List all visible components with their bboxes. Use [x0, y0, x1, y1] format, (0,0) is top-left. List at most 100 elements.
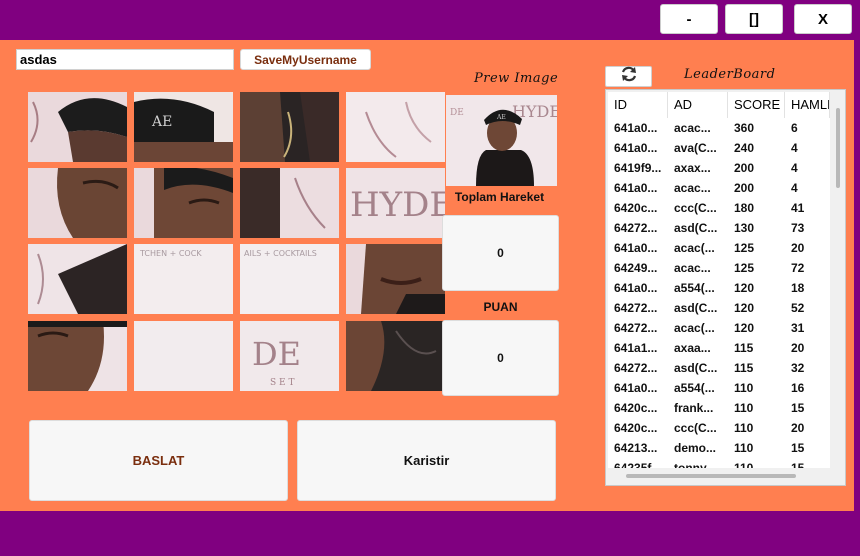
table-cell: 15 — [791, 441, 805, 455]
vertical-scrollbar[interactable] — [832, 92, 844, 468]
table-cell: 72 — [791, 261, 805, 275]
close-button[interactable]: X — [794, 4, 852, 34]
username-input[interactable] — [16, 49, 234, 70]
table-row[interactable]: 64213... demo... 110 15 — [608, 438, 830, 458]
svg-text:AE: AE — [151, 114, 172, 130]
puzzle-tile[interactable]: AILS + COCKTAILS — [240, 244, 339, 314]
table-cell: 20 — [791, 421, 805, 435]
scroll-thumb[interactable] — [836, 108, 840, 188]
table-cell: 64272... — [614, 301, 658, 315]
table-cell: 115 — [734, 361, 754, 375]
puzzle-tile[interactable]: AE — [134, 92, 233, 162]
table-row[interactable]: 64272... acac(... 120 31 — [608, 318, 830, 338]
app-window: - [] X SaveMyUsername Prew Image LeaderB… — [0, 0, 860, 556]
horizontal-scrollbar[interactable] — [608, 469, 832, 483]
puzzle-tile[interactable]: DE S E T — [240, 321, 339, 391]
puzzle-tile[interactable] — [134, 321, 233, 391]
puzzle-tile[interactable] — [28, 321, 127, 391]
puzzle-tile[interactable] — [28, 92, 127, 162]
table-cell: 641a0... — [614, 141, 658, 155]
table-row[interactable]: 64272... asd(C... 120 52 — [608, 298, 830, 318]
minimize-button[interactable]: - — [660, 4, 718, 34]
table-row[interactable]: 641a1... axaa... 115 20 — [608, 338, 830, 358]
table-cell: axaa... — [674, 341, 711, 355]
table-cell: 32 — [791, 361, 805, 375]
table-cell: acac... — [674, 261, 711, 275]
table-cell: 64213... — [614, 441, 658, 455]
table-row[interactable]: 64249... acac... 125 72 — [608, 258, 830, 278]
table-cell: 110 — [734, 461, 754, 468]
table-row[interactable]: 641a0... acac... 200 4 — [608, 178, 830, 198]
svg-text:AILS + COCKTAILS: AILS + COCKTAILS — [244, 249, 317, 258]
main-panel: SaveMyUsername Prew Image LeaderBoard AE — [0, 40, 854, 511]
table-row[interactable]: 641a0... acac... 360 6 — [608, 118, 830, 138]
table-cell: 360 — [734, 121, 755, 135]
puzzle-tile[interactable] — [346, 92, 445, 162]
table-cell: 20 — [791, 341, 805, 355]
shuffle-button[interactable]: Karistir — [297, 420, 556, 501]
score-counter: 0 — [442, 320, 559, 396]
column-header[interactable]: AD — [668, 92, 728, 118]
column-header[interactable]: HAMLE — [785, 92, 830, 118]
puzzle-tile[interactable] — [240, 168, 339, 238]
preview-label: Prew Image — [474, 71, 559, 86]
table-row[interactable]: 64272... asd(C... 130 73 — [608, 218, 830, 238]
table-cell: 125 — [734, 261, 755, 275]
puzzle-tile[interactable] — [346, 244, 445, 314]
table-row[interactable]: 6420c... ccc(C... 180 41 — [608, 198, 830, 218]
puzzle-tile[interactable] — [240, 92, 339, 162]
table-row[interactable]: 641a0... a554(... 110 16 — [608, 378, 830, 398]
refresh-button[interactable] — [605, 66, 652, 87]
table-row[interactable]: 64235f... tonny... 110 15 — [608, 458, 830, 468]
start-button[interactable]: BASLAT — [29, 420, 288, 501]
leaderboard-table[interactable]: ID AD SCORE HAMLE 641a0...acac...3606641… — [605, 89, 846, 486]
table-row[interactable]: 641a0... a554(... 120 18 — [608, 278, 830, 298]
refresh-icon — [620, 66, 638, 87]
table-cell: 6420c... — [614, 201, 658, 215]
puzzle-tile[interactable] — [346, 321, 445, 391]
table-cell: demo... — [674, 441, 717, 455]
table-row[interactable]: 6420c... ccc(C... 110 20 — [608, 418, 830, 438]
table-row[interactable]: 641a0... acac(... 125 20 — [608, 238, 830, 258]
table-cell: frank... — [674, 401, 714, 415]
maximize-button[interactable]: [] — [725, 4, 783, 34]
puzzle-grid: AE HYDE TCHEN + COCK AILS + COCKTAILS DE… — [28, 92, 445, 391]
svg-text:S E T: S E T — [270, 378, 294, 388]
table-cell: 20 — [791, 241, 805, 255]
puzzle-tile[interactable] — [28, 244, 127, 314]
table-cell: 110 — [734, 381, 754, 395]
preview-image: HYDE DE AE — [446, 95, 557, 186]
table-cell: 110 — [734, 421, 754, 435]
table-row[interactable]: 641a0... ava(C... 240 4 — [608, 138, 830, 158]
table-cell: 120 — [734, 301, 755, 315]
table-cell: axax... — [674, 161, 711, 175]
table-cell: 4 — [791, 181, 798, 195]
table-cell: 130 — [734, 221, 755, 235]
svg-text:TCHEN + COCK: TCHEN + COCK — [139, 249, 202, 258]
puzzle-tile[interactable]: TCHEN + COCK — [134, 244, 233, 314]
table-row[interactable]: 6420c... frank... 110 15 — [608, 398, 830, 418]
save-username-button[interactable]: SaveMyUsername — [240, 49, 371, 70]
table-cell: 180 — [734, 201, 755, 215]
table-row[interactable]: 64272... asd(C... 115 32 — [608, 358, 830, 378]
table-cell: 64272... — [614, 221, 658, 235]
table-cell: asd(C... — [674, 221, 718, 235]
puzzle-tile[interactable]: HYDE — [346, 168, 445, 238]
table-row[interactable]: 6419f9... axax... 200 4 — [608, 158, 830, 178]
table-cell: 641a0... — [614, 281, 658, 295]
puzzle-tile[interactable] — [134, 168, 233, 238]
table-cell: 120 — [734, 321, 755, 335]
puzzle-tile[interactable] — [28, 168, 127, 238]
leaderboard-rows: 641a0... acac... 360 6 641a0... ava(C... 240 4 6… — [608, 118, 830, 468]
table-cell: 110 — [734, 401, 754, 415]
svg-text:AE: AE — [496, 114, 506, 121]
scroll-thumb[interactable] — [626, 474, 796, 478]
column-header[interactable]: SCORE — [728, 92, 785, 118]
column-header[interactable]: ID — [608, 92, 668, 118]
table-cell: asd(C... — [674, 361, 718, 375]
table-cell: 115 — [734, 341, 754, 355]
moves-label: Toplam Hareket — [454, 190, 545, 204]
table-cell: 6419f9... — [614, 161, 662, 175]
table-cell: 641a0... — [614, 381, 658, 395]
table-cell: 200 — [734, 181, 755, 195]
